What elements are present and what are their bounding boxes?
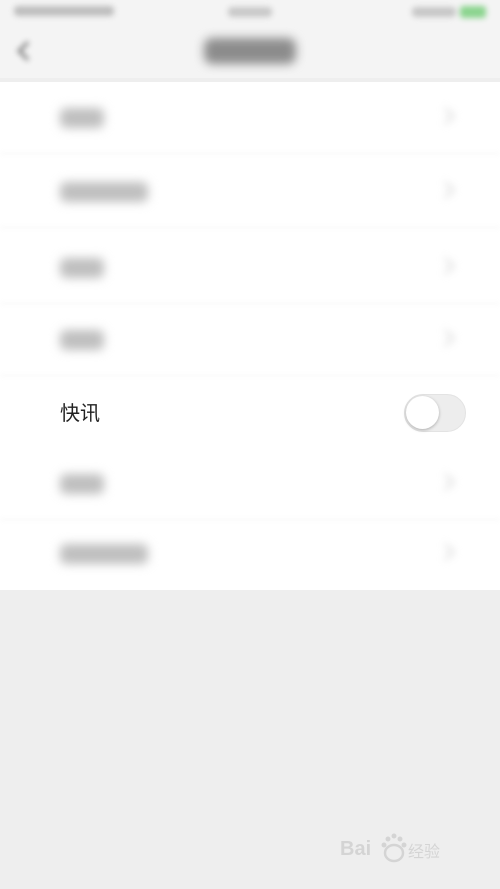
settings-row-blurred[interactable] xyxy=(0,518,500,590)
settings-list: 快讯 xyxy=(0,82,500,590)
settings-row-blurred[interactable] xyxy=(0,82,500,154)
chevron-right-icon xyxy=(436,326,462,352)
settings-row-blurred[interactable] xyxy=(0,156,500,228)
svg-text:Bai: Bai xyxy=(340,838,371,860)
row-label-blurred xyxy=(60,258,104,278)
battery-icon xyxy=(460,6,486,18)
svg-text:经验: 经验 xyxy=(408,842,440,861)
chevron-right-icon xyxy=(436,540,462,566)
signal-icon xyxy=(412,7,456,17)
settings-row-blurred[interactable] xyxy=(0,304,500,376)
page-title-blurred xyxy=(204,38,296,64)
row-label-blurred xyxy=(60,108,104,128)
clock-blurred xyxy=(228,7,272,17)
baidu-logo: Bai 经验 xyxy=(340,833,440,863)
settings-screen: 快讯 Bai 经验 xyxy=(0,0,500,889)
row-label: 快讯 xyxy=(60,401,100,425)
navigation-bar xyxy=(0,26,500,78)
chevron-right-icon xyxy=(436,254,462,280)
row-divider xyxy=(0,375,500,376)
status-bar xyxy=(0,0,500,26)
toggle-knob xyxy=(406,396,439,429)
row-label-blurred xyxy=(60,544,148,564)
back-arrow-icon[interactable] xyxy=(14,38,40,66)
settings-row-kuaixun: 快讯 xyxy=(0,380,500,452)
row-divider xyxy=(0,153,500,154)
chevron-right-icon xyxy=(436,470,462,496)
row-divider xyxy=(0,227,500,228)
status-indicators-blurred xyxy=(412,6,486,18)
settings-row-blurred[interactable] xyxy=(0,232,500,304)
row-label-blurred xyxy=(60,474,104,494)
chevron-right-icon xyxy=(436,178,462,204)
row-label-blurred xyxy=(60,182,148,202)
chevron-right-icon xyxy=(436,104,462,130)
carrier-signal-blurred xyxy=(14,6,114,16)
row-label-blurred xyxy=(60,330,104,350)
kuaixun-toggle-switch[interactable] xyxy=(404,394,466,432)
settings-row-blurred[interactable] xyxy=(0,448,500,520)
